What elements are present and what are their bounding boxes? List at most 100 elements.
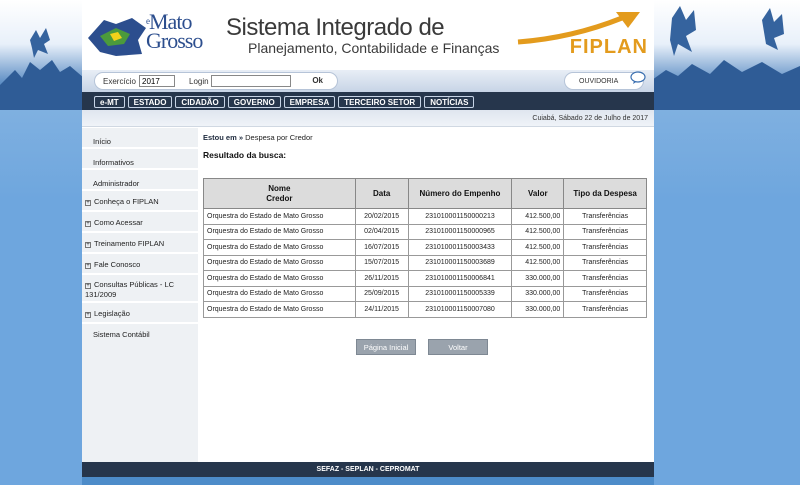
col-header-valor: Valor [511,178,565,209]
breadcrumb: Estou em » Despesa por Credor [203,133,654,142]
mato-grosso-logo[interactable]: eMato Grosso [86,10,206,62]
nav-item-estado[interactable]: ESTADO [127,96,173,108]
sidebar-item-administrador[interactable]: Administrador [82,170,198,191]
cell-valor: 330.000,00 [511,270,565,287]
cell-tipo: Transferências [563,285,647,302]
cell-empenho: 231010001150003433 [407,239,513,256]
cell-credor: Orquestra do Estado de Mato Grosso [203,208,356,225]
cell-data: 26/11/2015 [354,270,409,287]
cell-credor: Orquestra do Estado de Mato Grosso [203,223,356,240]
ouvidoria-button[interactable]: OUVIDORIA [564,71,646,90]
main-nav: e-MT ESTADO CIDADÃO GOVERNO EMPRESA TERCEIRO … [82,92,654,110]
sidebar-item-consultas-publicas[interactable]: + Consultas Públicas - LC 131/2009 [82,275,198,303]
sidebar-item-treinamento-fiplan[interactable]: + Treinamento FIPLAN [82,233,198,254]
nav-item-empresa[interactable]: EMPRESA [283,96,336,108]
cell-credor: Orquestra do Estado de Mato Grosso [203,285,356,302]
cell-credor: Orquestra do Estado de Mato Grosso [203,254,356,271]
breadcrumb-current[interactable]: Despesa por Credor [245,133,313,142]
nav-item-noticias[interactable]: NOTÍCIAS [424,96,475,108]
nav-item-terceiro-setor[interactable]: TERCEIRO SETOR [338,96,422,108]
fiplan-logo-text: FIPLAN [569,36,648,58]
cell-tipo: Transferências [563,239,647,256]
cell-data: 24/11/2015 [354,301,409,318]
expand-plus-icon: + [85,312,91,318]
main-content: Estou em » Despesa por Credor Resultado … [200,128,654,462]
login-ok-button[interactable]: Ok [312,76,323,85]
expand-plus-icon: + [85,283,91,289]
site-header: eMato Grosso Sistema Integrado de Planej… [82,0,654,70]
cell-data: 15/07/2015 [354,254,409,271]
cell-tipo: Transferências [563,270,647,287]
cell-valor: 412.500,00 [511,239,565,256]
cell-valor: 412.500,00 [511,208,565,225]
sidebar-item-label: Como Acessar [94,218,143,227]
expand-plus-icon: + [85,221,91,227]
cell-credor: Orquestra do Estado de Mato Grosso [203,301,356,318]
table-row[interactable]: Orquestra do Estado de Mato Grosso 20/02… [203,208,647,225]
login-input[interactable] [211,75,291,87]
table-row[interactable]: Orquestra do Estado de Mato Grosso 02/04… [203,223,647,240]
sidebar-item-label: Início [93,137,111,146]
cell-empenho: 231010001150000213 [407,208,513,225]
system-title-line1: Sistema Integrado de [226,14,445,41]
col-header-tipo-despesa: Tipo da Despesa [563,178,647,209]
login-form: Exercício Login Ok [94,72,338,90]
sidebar-item-informativos[interactable]: Informativos [82,149,198,170]
back-button[interactable]: Voltar [428,339,488,355]
site-footer: SEFAZ - SEPLAN - CEPROMAT [82,462,654,477]
footer-strip [82,477,654,485]
table-row[interactable]: Orquestra do Estado de Mato Grosso 16/07… [203,239,647,256]
nav-item-cidadao[interactable]: CIDADÃO [175,96,225,108]
cell-empenho: 231010001150000965 [407,223,513,240]
login-label: Login [189,77,209,86]
cell-data: 25/09/2015 [354,285,409,302]
fiplan-logo[interactable]: FIPLAN [512,8,652,63]
cell-data: 16/07/2015 [354,239,409,256]
sidebar-item-sistema-contabil[interactable]: Sistema Contábil [82,324,198,344]
sidebar-item-label: Fale Conosco [94,260,141,269]
background-left-decoration [0,0,84,110]
cell-valor: 412.500,00 [511,223,565,240]
result-title: Resultado da busca: [203,150,287,160]
table-row[interactable]: Orquestra do Estado de Mato Grosso 25/09… [203,285,647,302]
home-page-button[interactable]: Página Inicial [356,339,416,355]
cell-credor: Orquestra do Estado de Mato Grosso [203,270,356,287]
nav-item-governo[interactable]: GOVERNO [227,96,281,108]
ouvidoria-label: OUVIDORIA [579,78,619,85]
sidebar-item-label: Informativos [93,158,134,167]
sidebar-item-label: Consultas Públicas - LC 131/2009 [85,280,175,299]
expand-plus-icon: + [85,242,91,248]
expand-plus-icon: + [85,200,91,206]
expand-plus-icon: + [85,263,91,269]
login-bar: Exercício Login Ok OUVIDORIA [82,70,654,92]
cell-tipo: Transferências [563,301,647,318]
cell-valor: 412.500,00 [511,254,565,271]
background-right-decoration [652,0,800,110]
sidebar-item-fale-conosco[interactable]: + Fale Conosco [82,254,198,275]
sidebar-item-como-acessar[interactable]: + Como Acessar [82,212,198,233]
sidebar-item-conheca-fiplan[interactable]: + Conheça o FIPLAN [82,191,198,212]
col-header-data: Data [354,178,409,209]
exercicio-label: Exercício [103,77,136,86]
cell-empenho: 231010001150007080 [407,301,513,318]
cell-valor: 330.000,00 [511,285,565,302]
system-title-line2: Planejamento, Contabilidade e Finanças [248,40,500,56]
sidebar-item-legislacao[interactable]: + Legislação [82,303,198,324]
cell-empenho: 231010001150005339 [407,285,513,302]
col-header-nome-credor: Nome Credor [203,178,356,209]
cell-data: 20/02/2015 [354,208,409,225]
cell-credor: Orquestra do Estado de Mato Grosso [203,239,356,256]
sidebar: Início Informativos Administrador + Conhe… [82,128,198,462]
mato-grosso-logo-text: eMato Grosso [146,9,203,53]
table-row[interactable]: Orquestra do Estado de Mato Grosso 26/11… [203,270,647,287]
sidebar-item-inicio[interactable]: Início [82,128,198,149]
table-row[interactable]: Orquestra do Estado de Mato Grosso 24/11… [203,301,647,318]
cell-tipo: Transferências [563,254,647,271]
nav-item-emt[interactable]: e-MT [94,96,125,108]
exercicio-input[interactable] [139,75,175,87]
page-container: eMato Grosso Sistema Integrado de Planej… [82,0,654,485]
cell-tipo: Transferências [563,223,647,240]
sidebar-item-label: Conheça o FIPLAN [94,197,159,206]
table-row[interactable]: Orquestra do Estado de Mato Grosso 15/07… [203,254,647,271]
sidebar-item-label: Administrador [93,179,140,188]
